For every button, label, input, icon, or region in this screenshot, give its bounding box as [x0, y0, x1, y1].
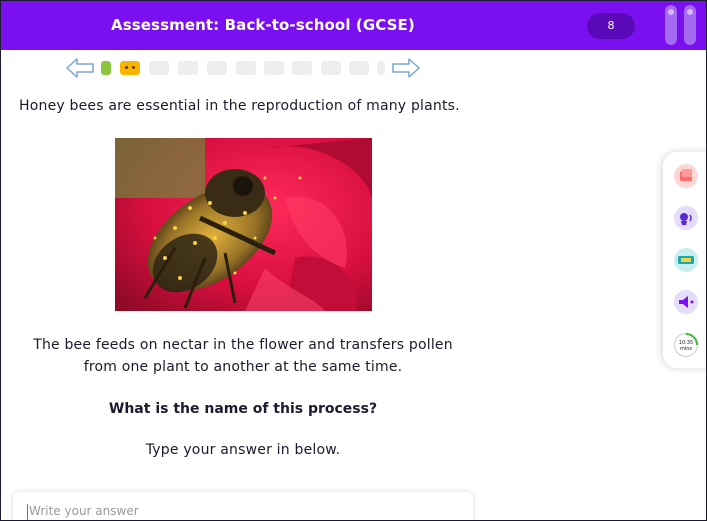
- translate-icon[interactable]: [674, 248, 698, 272]
- paragraph-line: The bee feeds on nectar in the flower an…: [33, 337, 453, 353]
- test-tube-icon: [684, 5, 696, 45]
- progress-step[interactable]: [377, 61, 385, 75]
- progress-step[interactable]: [292, 61, 312, 75]
- audio-icon[interactable]: [674, 290, 698, 314]
- question-progress-nav: [65, 57, 425, 79]
- answer-instruction: Type your answer in below.: [145, 442, 341, 458]
- progress-step[interactable]: [207, 61, 227, 75]
- question-intro: Honey bees are essential in the reproduc…: [19, 98, 460, 114]
- progress-step[interactable]: [236, 61, 256, 75]
- assessment-title: Assessment: Back-to-school (GCSE): [111, 16, 415, 34]
- header-bar: Assessment: Back-to-school (GCSE) 8: [1, 1, 706, 50]
- progress-step[interactable]: [149, 61, 169, 75]
- test-tube-icon: [665, 5, 677, 45]
- question-paragraph: The bee feeds on nectar in the flower an…: [15, 334, 471, 378]
- answer-box[interactable]: [13, 492, 473, 520]
- progress-step[interactable]: [264, 61, 284, 75]
- score-badge: 8: [587, 13, 635, 39]
- previous-arrow-icon[interactable]: [65, 57, 95, 79]
- timer-icon[interactable]: 10:35 mins: [674, 333, 698, 357]
- next-arrow-icon[interactable]: [391, 57, 421, 79]
- progress-step-current[interactable]: [120, 61, 140, 75]
- flashcards-icon[interactable]: [674, 164, 698, 188]
- voice-icon[interactable]: [674, 206, 698, 230]
- app-frame: Assessment: Back-to-school (GCSE) 8 Hone…: [0, 0, 707, 521]
- question-prompt: What is the name of this process?: [108, 401, 378, 417]
- progress-step-answered[interactable]: [101, 61, 111, 75]
- progress-step[interactable]: [321, 61, 341, 75]
- progress-step[interactable]: [349, 61, 369, 75]
- answer-input[interactable]: [27, 503, 451, 519]
- bee-on-flower-image: [115, 138, 372, 311]
- progress-step[interactable]: [178, 61, 198, 75]
- paragraph-line: from one plant to another at the same ti…: [83, 359, 403, 375]
- tools-side-panel: 10:35 mins: [663, 152, 706, 368]
